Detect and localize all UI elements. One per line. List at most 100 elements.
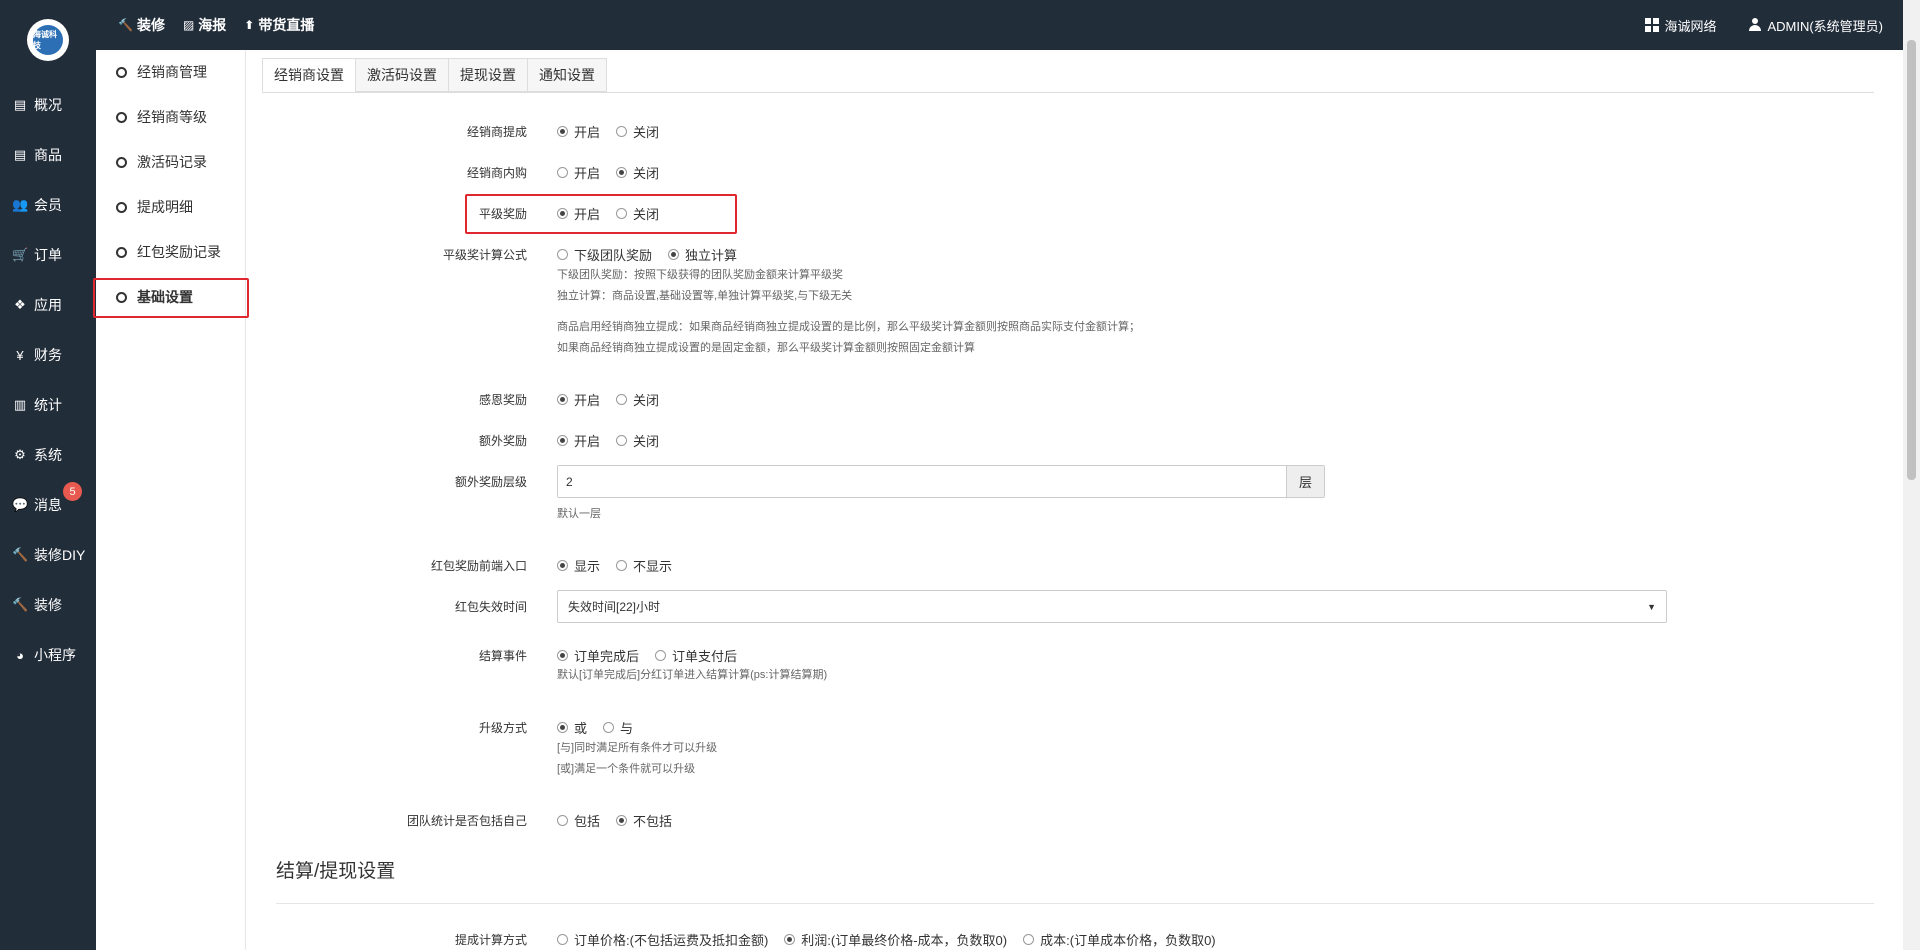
sidebar-item-stats[interactable]: ▥ 统计 [0,390,96,420]
gratitude-radios: 开启 关闭 [557,390,671,409]
chart-icon: ▥ [13,397,27,412]
field-label: 额外奖励层级 [454,475,527,489]
field-label: 额外奖励 [478,434,527,448]
radio-inner-buy-on[interactable]: 开启 [557,163,600,182]
radio-label: 关闭 [633,125,660,140]
redpack-expire-select[interactable]: 失效时间[22]小时 ▼ [557,590,1667,623]
sidebar-label: 订单 [34,247,62,263]
sidebar-label: 应用 [34,297,62,313]
sidebar-item-finance[interactable]: ¥ 财务 [0,340,96,370]
radio-label: 开启 [574,434,601,449]
sidebar-item-miniprogram[interactable]: ◕ 小程序 [0,640,96,670]
radio-calc-cost[interactable]: 成本:(订单成本价格，负数取0) [1023,930,1216,949]
radio-label: 或 [574,721,588,736]
tab-notify-settings[interactable]: 通知设置 [527,58,607,92]
help-text: 默认一层 [557,508,601,520]
radio-dot [557,249,568,260]
subnav-redpack-records[interactable]: 红包奖励记录 [96,232,246,272]
tab-withdraw-settings[interactable]: 提现设置 [448,58,527,92]
radio-gratitude-on[interactable]: 开启 [557,390,600,409]
sidebar-item-system[interactable]: ⚙ 系统 [0,440,96,470]
hammer-icon: 🔨 [12,597,29,612]
sidebar-item-orders[interactable]: 🛒 订单 [0,240,96,270]
sidebar-label: 财务 [34,347,62,363]
cubes-icon: ❖ [14,297,26,312]
logo-mark: 海诚科技 [33,25,63,55]
sidebar-label: 小程序 [34,647,76,663]
subnav-commission-detail[interactable]: 提成明细 [96,187,246,227]
archive-icon: ▤ [13,97,27,112]
wechat-icon: ◕ [16,647,24,663]
radio-commission-on[interactable]: 开启 [557,122,600,141]
brand-link[interactable]: 海诚网络 [1645,16,1716,35]
scroll-thumb[interactable] [1907,40,1916,480]
radio-calc-profit[interactable]: 利润:(订单最终价格-成本，负数取0) [784,930,1007,949]
radio-upgrade-and[interactable]: 与 [603,718,633,737]
caret-down-icon: ▼ [1647,601,1656,612]
user-label: ADMIN(系统管理员) [1767,18,1883,34]
radio-upgrade-or[interactable]: 或 [557,718,587,737]
pin-icon: ⬆ [244,18,255,32]
top-nav-label: 装修 [136,17,165,33]
radio-label: 开启 [574,393,601,408]
radio-extra-off[interactable]: 关闭 [616,431,659,450]
field-label: 结算事件 [478,649,527,663]
circle-icon [116,246,127,258]
tab-activation-settings[interactable]: 激活码设置 [355,58,448,92]
radio-settle-paid[interactable]: 订单支付后 [655,646,737,665]
subnav-activation-records[interactable]: 激活码记录 [96,142,246,182]
grid-icon [1645,18,1660,32]
radio-dot [557,394,568,405]
sidebar-item-decorate[interactable]: 🔨 装修 [0,590,96,620]
subnav-dealer-level[interactable]: 经销商等级 [96,97,246,137]
top-nav-live[interactable]: ⬆ 带货直播 [244,15,314,35]
page-scrollbar[interactable] [1903,0,1920,950]
sidebar-item-goods[interactable]: ▤ 商品 [0,140,96,170]
radio-formula-independent[interactable]: 独立计算 [668,245,737,264]
radio-label: 不包括 [633,814,673,829]
user-menu[interactable]: ADMIN(系统管理员) [1748,16,1883,35]
extra-radios: 开启 关闭 [557,431,671,450]
sidebar-item-decorate-diy[interactable]: 🔨 装修DIY [0,540,96,570]
radio-inner-buy-off[interactable]: 关闭 [616,163,659,182]
radio-team-include[interactable]: 包括 [557,811,600,830]
top-nav-poster[interactable]: ▨ 海报 [183,15,226,35]
radio-label: 关闭 [633,393,660,408]
radio-commission-off[interactable]: 关闭 [616,122,659,141]
radio-team-exclude[interactable]: 不包括 [616,811,672,830]
radio-label: 关闭 [633,434,660,449]
circle-icon [116,111,127,123]
radio-redpack-show[interactable]: 显示 [557,556,600,575]
radio-settle-complete[interactable]: 订单完成后 [557,646,639,665]
sidebar-item-overview[interactable]: ▤ 概况 [0,90,96,120]
extra-level-input[interactable] [558,466,1286,497]
hammer-icon: 🔨 [12,547,29,562]
radio-label: 与 [620,721,634,736]
radio-dot [616,126,628,137]
radio-label: 关闭 [633,166,660,181]
image-icon: ▨ [182,18,195,32]
subnav-label: 激活码记录 [137,154,207,170]
sidebar-item-messages[interactable]: 💬 消息 5 [0,482,96,520]
peer-formula-radios: 下级团队奖励 独立计算 [557,245,749,264]
tab-dealer-settings[interactable]: 经销商设置 [262,58,355,92]
radio-label: 包括 [574,814,601,829]
radio-label: 开启 [574,166,601,181]
cart-icon: 🛒 [12,247,29,262]
radio-calc-order-price[interactable]: 订单价格:(不包括运费及抵扣金额) [557,930,768,949]
radio-gratitude-off[interactable]: 关闭 [616,390,659,409]
subnav-dealer-manage[interactable]: 经销商管理 [96,52,246,92]
sidebar-item-apps[interactable]: ❖ 应用 [0,290,96,320]
sidebar-label: 装修 [34,597,62,613]
sidebar-item-members[interactable]: 👥 会员 [0,190,96,220]
radio-dot [557,934,568,945]
field-label: 团队统计是否包括自己 [406,814,527,828]
radio-formula-team[interactable]: 下级团队奖励 [557,245,652,264]
radio-extra-on[interactable]: 开启 [557,431,600,450]
field-label: 红包奖励前端入口 [430,559,527,573]
radio-redpack-hide[interactable]: 不显示 [616,556,672,575]
logo[interactable]: 海诚科技 [27,19,69,61]
commission-radios: 开启 关闭 [557,122,671,141]
radio-dot [557,650,568,661]
top-nav-decorate[interactable]: 🔨 装修 [118,15,165,35]
